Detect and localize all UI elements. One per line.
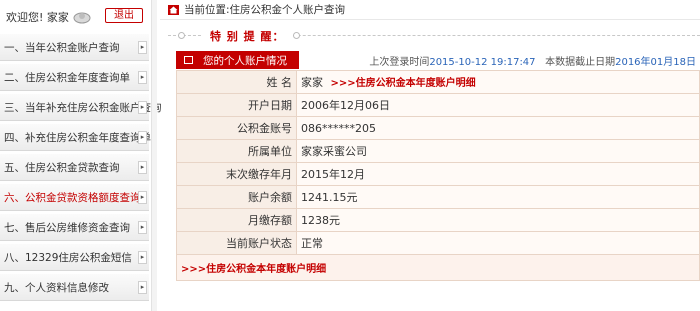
sidebar-item-label: 二、住房公积金年度查询单 xyxy=(4,71,130,84)
table-row: 末次缴存年月 2015年12月 xyxy=(176,162,700,186)
table-row: 公积金账号 086******205 xyxy=(176,116,700,140)
sidebar-item-label: 八、12329住房公积金短信 xyxy=(4,251,132,264)
status-label: 当前账户状态 xyxy=(176,231,297,255)
balance-label: 账户余额 xyxy=(176,185,297,209)
monthly-value: 1238元 xyxy=(296,208,700,232)
table-row: >>>住房公积金本年度账户明细 xyxy=(176,254,700,281)
open-date-value: 2006年12月06日 xyxy=(296,93,700,117)
sidebar: 欢迎您! 家家 退出 一、当年公积金账户查询 ▸ 二、住房公积金年度查询单 ▸ … xyxy=(0,0,162,311)
sidebar-item-account-query[interactable]: 一、当年公积金账户查询 ▸ xyxy=(0,33,149,61)
notice-title: 特 别 提 醒： xyxy=(202,28,293,44)
bottom-detail-link[interactable]: >>>住房公积金本年度账户明细 xyxy=(176,254,700,281)
sidebar-item-annual-statement[interactable]: 二、住房公积金年度查询单 ▸ xyxy=(0,63,149,91)
sidebar-item-loan-eligibility[interactable]: 六、公积金贷款资格额度查询 ▸ xyxy=(0,183,149,211)
breadcrumb: 当前位置:住房公积金个人账户查询 xyxy=(160,0,700,20)
table-row: 所属单位 家家采蜜公司 xyxy=(176,139,700,163)
account-table: 姓 名 家家 >>>住房公积金本年度账户明细 开户日期 2006年12月06日 … xyxy=(176,70,700,281)
chevron-right-icon: ▸ xyxy=(138,251,147,264)
account-no-value: 086******205 xyxy=(296,116,700,140)
sidebar-scrollbar[interactable] xyxy=(151,0,157,311)
chevron-right-icon: ▸ xyxy=(138,101,147,114)
main-content: 当前位置:住房公积金个人账户查询 特 别 提 醒： 您的个人账户情况 上次登录时… xyxy=(160,0,700,311)
sidebar-item-supplementary-annual[interactable]: 四、补充住房公积金年度查询单 ▸ xyxy=(0,123,151,151)
sidebar-item-loan-query[interactable]: 五、住房公积金贷款查询 ▸ xyxy=(0,153,149,181)
sidebar-item-profile-edit[interactable]: 九、个人资料信息修改 ▸ xyxy=(0,273,149,301)
sidebar-menu: 一、当年公积金账户查询 ▸ 二、住房公积金年度查询单 ▸ 三、当年补充住房公积金… xyxy=(0,33,162,301)
tab-account-overview[interactable]: 您的个人账户情况 xyxy=(176,51,299,69)
table-row: 当前账户状态 正常 xyxy=(176,231,700,255)
user-avatar-icon xyxy=(73,10,91,24)
annual-detail-link[interactable]: >>>住房公积金本年度账户明细 xyxy=(331,78,476,89)
last-paid-label: 末次缴存年月 xyxy=(176,162,297,186)
account-info-bar: 您的个人账户情况 上次登录时间2015-10-12 19:17:47 本数据截止… xyxy=(176,51,700,69)
balance-value: 1241.15元 xyxy=(296,185,700,209)
chevron-right-icon: ▸ xyxy=(138,131,147,144)
name-cell: 家家 >>>住房公积金本年度账户明细 xyxy=(296,70,700,94)
breadcrumb-text: 当前位置:住房公积金个人账户查询 xyxy=(184,4,346,16)
chevron-right-icon: ▸ xyxy=(138,281,147,294)
sidebar-item-sms[interactable]: 八、12329住房公积金短信 ▸ xyxy=(0,243,149,271)
table-row: 账户余额 1241.15元 xyxy=(176,185,700,209)
monthly-label: 月缴存额 xyxy=(176,208,297,232)
login-info: 上次登录时间2015-10-12 19:17:47 本数据截止日期2016年01… xyxy=(369,53,696,68)
notice-dot-right xyxy=(293,32,300,39)
account-no-label: 公积金账号 xyxy=(176,116,297,140)
chevron-right-icon: ▸ xyxy=(138,221,147,234)
sidebar-item-supplementary-account[interactable]: 三、当年补充住房公积金账户查询 ▸ xyxy=(0,93,162,121)
cutoff-value: 2016年01月18日 xyxy=(615,57,696,68)
tab-label: 您的个人账户情况 xyxy=(203,54,287,67)
card-icon xyxy=(184,56,193,64)
table-row: 开户日期 2006年12月06日 xyxy=(176,93,700,117)
table-row: 姓 名 家家 >>>住房公积金本年度账户明细 xyxy=(176,70,700,94)
sidebar-item-label: 四、补充住房公积金年度查询单 xyxy=(4,131,151,144)
sidebar-item-label: 一、当年公积金账户查询 xyxy=(4,41,120,54)
welcome-text: 欢迎您! 家家 xyxy=(6,10,69,24)
chevron-right-icon: ▸ xyxy=(138,161,147,174)
cutoff-label: 本数据截止日期 xyxy=(545,57,616,68)
employer-label: 所属单位 xyxy=(176,139,297,163)
name-value: 家家 xyxy=(301,76,323,89)
special-notice: 特 别 提 醒： xyxy=(168,27,700,45)
chevron-right-icon: ▸ xyxy=(138,71,147,84)
table-row: 月缴存额 1238元 xyxy=(176,208,700,232)
sidebar-item-label: 五、住房公积金贷款查询 xyxy=(4,161,120,174)
last-login-label: 上次登录时间 xyxy=(369,57,430,68)
open-date-label: 开户日期 xyxy=(176,93,297,117)
chevron-right-icon: ▸ xyxy=(138,191,147,204)
sidebar-item-maintenance-fund[interactable]: 七、售后公房维修资金查询 ▸ xyxy=(0,213,149,241)
sidebar-item-label: 九、个人资料信息修改 xyxy=(4,281,109,294)
welcome-bar: 欢迎您! 家家 退出 xyxy=(0,0,151,33)
sidebar-item-label: 六、公积金贷款资格额度查询 xyxy=(4,191,141,204)
employer-value: 家家采蜜公司 xyxy=(296,139,700,163)
chevron-right-icon: ▸ xyxy=(138,41,147,54)
home-icon xyxy=(168,4,179,15)
last-paid-value: 2015年12月 xyxy=(296,162,700,186)
sidebar-item-label: 七、售后公房维修资金查询 xyxy=(4,221,130,234)
name-label: 姓 名 xyxy=(176,70,297,94)
last-login-value: 2015-10-12 19:17:47 xyxy=(429,57,536,68)
status-value: 正常 xyxy=(296,231,700,255)
logout-button[interactable]: 退出 xyxy=(105,8,143,23)
notice-dot-left xyxy=(178,32,185,39)
